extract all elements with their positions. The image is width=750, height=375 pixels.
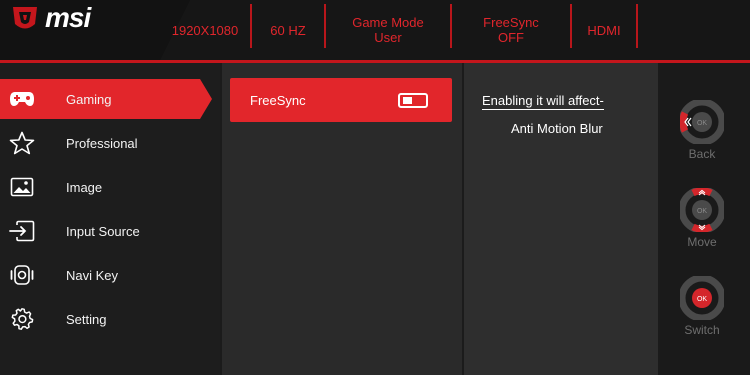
info-panel: Enabling it will affect- Anti Motion Blu…: [464, 63, 658, 375]
svg-text:OK: OK: [697, 208, 707, 215]
menu-item-navi-key[interactable]: Navi Key: [0, 255, 220, 295]
navi-back: OK Back: [660, 100, 750, 180]
menu-item-setting[interactable]: Setting: [0, 299, 220, 339]
brand-area: msi: [0, 0, 160, 60]
status-game-mode-line1: Game Mode: [352, 15, 424, 30]
menu-item-professional[interactable]: Professional: [0, 123, 220, 163]
menu-item-label: Input Source: [66, 223, 140, 239]
input-source-icon: [8, 217, 36, 245]
navi-switch: OK Switch: [660, 276, 750, 356]
navi-back-label: Back: [688, 147, 716, 161]
navi-switch-label: Switch: [684, 323, 720, 337]
star-icon: [8, 129, 36, 157]
status-freesync-line1: FreeSync: [483, 15, 539, 30]
gamepad-icon: [8, 85, 36, 113]
toggle-knob: [403, 97, 412, 104]
svg-text:OK: OK: [697, 120, 707, 127]
freesync-toggle[interactable]: [398, 93, 428, 108]
status-resolution-text: 1920X1080: [171, 22, 239, 38]
navi-move-label: Move: [687, 235, 717, 249]
menu-item-label: Setting: [66, 311, 107, 327]
status-game-mode: Game Mode User: [326, 0, 450, 60]
status-game-mode-line2: User: [374, 30, 402, 45]
freesync-option-label: FreeSync: [250, 93, 306, 108]
navi-move: OK Move: [660, 188, 750, 268]
menu-item-label: Image: [66, 179, 103, 195]
status-resolution: 1920X1080: [160, 0, 250, 60]
menu-item-gaming[interactable]: Gaming: [0, 79, 212, 119]
joystick-back-icon: OK: [680, 100, 724, 144]
freesync-option[interactable]: FreeSync: [230, 78, 452, 122]
menu-item-label: Gaming: [66, 91, 112, 107]
status-input-text: HDMI: [587, 22, 621, 38]
msi-dragon-logo-icon: [13, 7, 37, 29]
menu-item-label: Professional: [66, 135, 138, 151]
menu-item-label: Navi Key: [66, 267, 119, 283]
info-title: Enabling it will affect-: [482, 93, 604, 110]
status-refresh-rate: 60 HZ: [252, 0, 324, 60]
main-menu: Gaming Professional Image Input Source N…: [0, 63, 220, 375]
svg-text:OK: OK: [697, 296, 707, 303]
top-status-bar: msi 1920X1080 60 HZ Game Mode User FreeS…: [0, 0, 750, 63]
status-divider: [636, 4, 638, 48]
navi-key-icon: [8, 261, 36, 289]
submenu-panel: FreeSync: [222, 63, 462, 375]
status-freesync-line2: OFF: [498, 30, 524, 45]
gear-icon: [8, 305, 36, 333]
status-refresh-rate-text: 60 HZ: [270, 22, 306, 38]
image-icon: [8, 173, 36, 201]
joystick-switch-icon: OK: [680, 276, 724, 320]
brand-logo: msi: [45, 2, 91, 33]
navi-key-panel: OK Back OK Move OK Switch: [660, 63, 750, 375]
status-freesync: FreeSync OFF: [452, 0, 570, 60]
menu-item-input-source[interactable]: Input Source: [0, 211, 220, 251]
joystick-move-icon: OK: [680, 188, 724, 232]
info-affected-item: Anti Motion Blur: [511, 121, 603, 136]
status-input: HDMI: [572, 0, 636, 60]
menu-item-image[interactable]: Image: [0, 167, 220, 207]
